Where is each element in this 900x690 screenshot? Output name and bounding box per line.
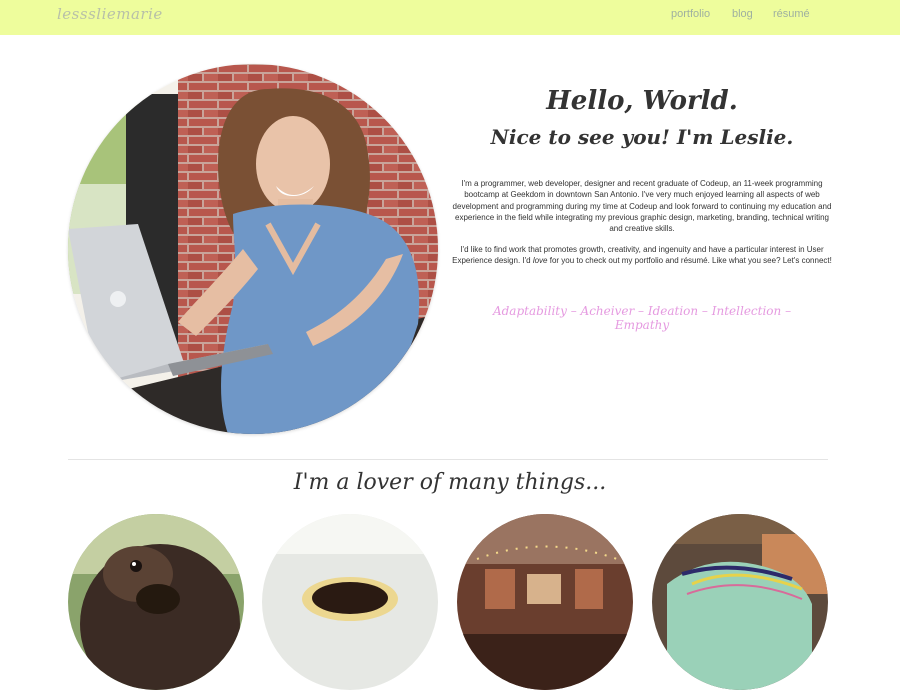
profile-photo — [68, 64, 438, 434]
interest-photo-dog — [68, 514, 244, 690]
interest-photo-venue — [457, 514, 633, 690]
interests-heading: I'm a lover of many things... — [293, 470, 607, 495]
nav-link-resume[interactable]: résumé — [773, 8, 810, 20]
strengths-list: Adaptability – Acheiver – Ideation – Int… — [492, 304, 792, 332]
nav-link-blog[interactable]: blog — [732, 8, 753, 20]
bio-paragraph: I'm a programmer, web developer, designe… — [452, 179, 832, 234]
interest-text-emphasis: love — [532, 256, 548, 266]
nav-link-portfolio[interactable]: portfolio — [671, 8, 710, 20]
navbar: lesssliemarie portfolio blog résumé — [0, 0, 900, 35]
interest-photo-crafts — [652, 514, 828, 690]
intro-section: Hello, World. Nice to see you! I'm Lesli… — [452, 86, 832, 332]
greeting-heading: Hello, World. — [546, 86, 738, 116]
site-logo[interactable]: lesssliemarie — [57, 5, 163, 23]
interest-text-end: for you to check out my portfolio and ré… — [547, 256, 832, 266]
intro-heading: Nice to see you! I'm Leslie. — [490, 125, 794, 150]
section-divider — [68, 459, 828, 460]
interest-photo-coffee — [262, 514, 438, 690]
interest-paragraph: I'd like to find work that promotes grow… — [452, 244, 832, 267]
